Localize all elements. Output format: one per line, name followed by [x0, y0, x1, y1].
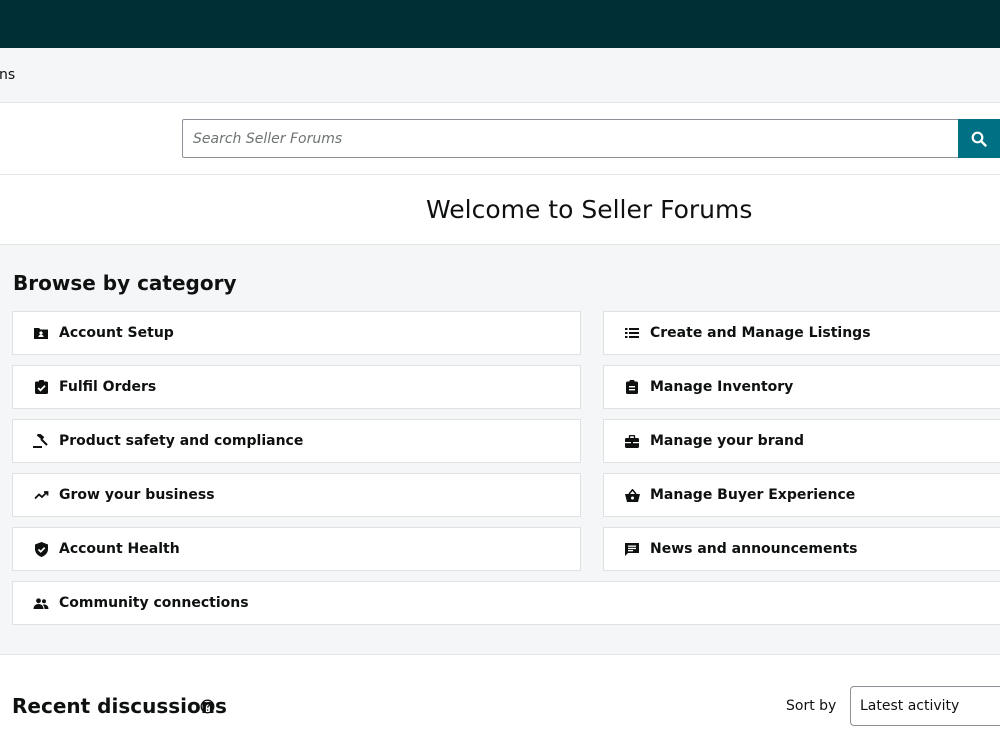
- people-icon: [33, 595, 49, 611]
- gavel-icon: [33, 433, 49, 449]
- clipboard-icon: [624, 379, 640, 395]
- category-label: Community connections: [59, 595, 249, 611]
- sort-by-label: Sort by: [786, 698, 837, 714]
- recent-discussions-section: Recent discussions Sort by Latest activi…: [0, 655, 1000, 750]
- search-row: [0, 103, 1000, 175]
- category-account-health[interactable]: Account Health: [12, 527, 581, 571]
- briefcase-icon: [624, 433, 640, 449]
- category-label: Account Setup: [59, 325, 174, 341]
- category-label: Manage your brand: [650, 433, 805, 449]
- subnav-label[interactable]: ns: [0, 67, 15, 83]
- announcement-icon: [624, 541, 640, 557]
- category-label: Grow your business: [59, 487, 215, 503]
- top-navigation-bar: [0, 0, 1000, 48]
- category-community-connections[interactable]: Community connections: [12, 581, 1000, 625]
- list-icon: [624, 325, 640, 341]
- category-label: Manage Buyer Experience: [650, 487, 856, 503]
- category-manage-inventory[interactable]: Manage Inventory: [603, 365, 1000, 409]
- browse-by-category-section: Browse by category Account Setup Create …: [0, 245, 1000, 655]
- category-label: Account Health: [59, 541, 180, 557]
- search-button[interactable]: [958, 119, 1000, 158]
- category-manage-brand[interactable]: Manage your brand: [603, 419, 1000, 463]
- shield-icon: [33, 541, 49, 557]
- welcome-banner: Welcome to Seller Forums: [0, 175, 1000, 245]
- category-grow-business[interactable]: Grow your business: [12, 473, 581, 517]
- clipboard-check-icon: [33, 379, 49, 395]
- sort-dropdown[interactable]: Latest activity: [850, 686, 1000, 726]
- category-fulfil-orders[interactable]: Fulfil Orders: [12, 365, 581, 409]
- category-account-setup[interactable]: Account Setup: [12, 311, 581, 355]
- category-label: Product safety and compliance: [59, 433, 304, 449]
- category-label: Fulfil Orders: [59, 379, 157, 395]
- page-title: Welcome to Seller Forums: [426, 195, 753, 224]
- search-icon: [971, 131, 987, 147]
- account-setup-icon: [33, 325, 49, 341]
- category-news-announcements[interactable]: News and announcements: [603, 527, 1000, 571]
- category-create-manage-listings[interactable]: Create and Manage Listings: [603, 311, 1000, 355]
- sort-selected-value: Latest activity: [860, 698, 960, 714]
- section-title: Recent discussions: [12, 694, 227, 718]
- category-label: Create and Manage Listings: [650, 325, 871, 341]
- section-title: Browse by category: [13, 271, 237, 295]
- category-buyer-experience[interactable]: Manage Buyer Experience: [603, 473, 1000, 517]
- category-label: News and announcements: [650, 541, 858, 557]
- search-input[interactable]: [182, 119, 959, 158]
- shopping-basket-icon: [624, 487, 640, 503]
- trending-up-icon: [33, 487, 49, 503]
- category-label: Manage Inventory: [650, 379, 794, 395]
- sub-navigation-bar: ns: [0, 48, 1000, 103]
- help-icon[interactable]: [200, 699, 215, 714]
- category-product-safety[interactable]: Product safety and compliance: [12, 419, 581, 463]
